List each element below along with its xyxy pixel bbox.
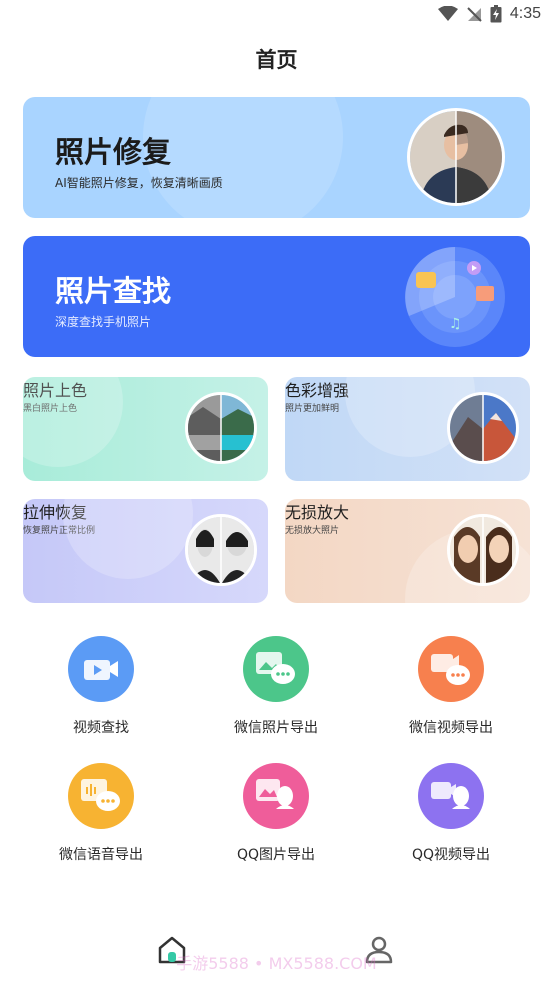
nav-home[interactable]: [152, 930, 192, 970]
wechat-voice-icon: [68, 763, 134, 829]
stretch-restore-card[interactable]: 拉伸恢复 恢复照片正常比例: [23, 499, 268, 603]
color-enhance-card[interactable]: 色彩增强 照片更加鲜明: [285, 377, 530, 481]
tool-label: 微信视频导出: [409, 720, 493, 736]
nav-profile[interactable]: [359, 930, 399, 970]
photo-restore-subtitle: AI智能照片修复，恢复清晰画质: [55, 176, 223, 190]
colorize-card[interactable]: 照片上色 黑白照片上色: [23, 377, 268, 481]
lossless-enlarge-card[interactable]: 无损放大 无损放大照片: [285, 499, 530, 603]
tool-wechat-video-export[interactable]: 微信视频导出: [381, 636, 521, 737]
page-title: 首页: [255, 48, 298, 72]
video-camera-icon: [68, 636, 134, 702]
wifi-icon: [437, 6, 458, 21]
status-icons: 4:35: [437, 5, 541, 23]
tool-label: QQ视频导出: [411, 847, 491, 863]
home-icon: [158, 936, 186, 964]
restore-portrait-image: [407, 108, 505, 206]
tool-qq-photo-export[interactable]: QQ图片导出: [206, 763, 346, 864]
lossless-enlarge-thumbnail: [447, 514, 519, 586]
photo-restore-title: 照片修复: [55, 135, 172, 169]
photo-find-card[interactable]: 照片查找 深度查找手机照片 ♫: [23, 236, 530, 357]
tool-label: 微信语音导出: [59, 847, 143, 863]
tool-video-find[interactable]: 视频查找: [31, 636, 171, 737]
tool-qq-video-export[interactable]: QQ视频导出: [381, 763, 521, 864]
color-enhance-thumbnail: [447, 392, 519, 464]
status-time: 4:35: [509, 5, 541, 22]
photo-restore-card[interactable]: 照片修复 AI智能照片修复，恢复清晰画质: [23, 97, 530, 218]
bottom-nav: [0, 920, 553, 983]
decor-circle: [143, 97, 343, 218]
stretch-restore-thumbnail: [185, 514, 257, 586]
wechat-photo-icon: [243, 636, 309, 702]
tool-wechat-voice-export[interactable]: 微信语音导出: [31, 763, 171, 864]
radar-scan-icon: ♫: [405, 247, 505, 347]
tool-label: 微信照片导出: [234, 720, 318, 736]
qq-video-icon: [418, 763, 484, 829]
no-signal-icon: [467, 7, 482, 22]
photo-find-title: 照片查找: [55, 274, 172, 308]
photo-find-subtitle: 深度查找手机照片: [55, 315, 152, 329]
tool-label: 视频查找: [73, 720, 129, 736]
tool-label: QQ图片导出: [236, 847, 316, 863]
tool-wechat-photo-export[interactable]: 微信照片导出: [206, 636, 346, 737]
colorize-thumbnail: [185, 392, 257, 464]
status-bar: 4:35: [0, 0, 553, 30]
qq-photo-icon: [243, 763, 309, 829]
svg-text:♫: ♫: [449, 316, 462, 332]
wechat-video-icon: [418, 636, 484, 702]
decor-circle: [23, 377, 123, 467]
profile-icon: [365, 936, 393, 964]
battery-icon: [490, 5, 502, 23]
decor-circle: [63, 499, 193, 579]
